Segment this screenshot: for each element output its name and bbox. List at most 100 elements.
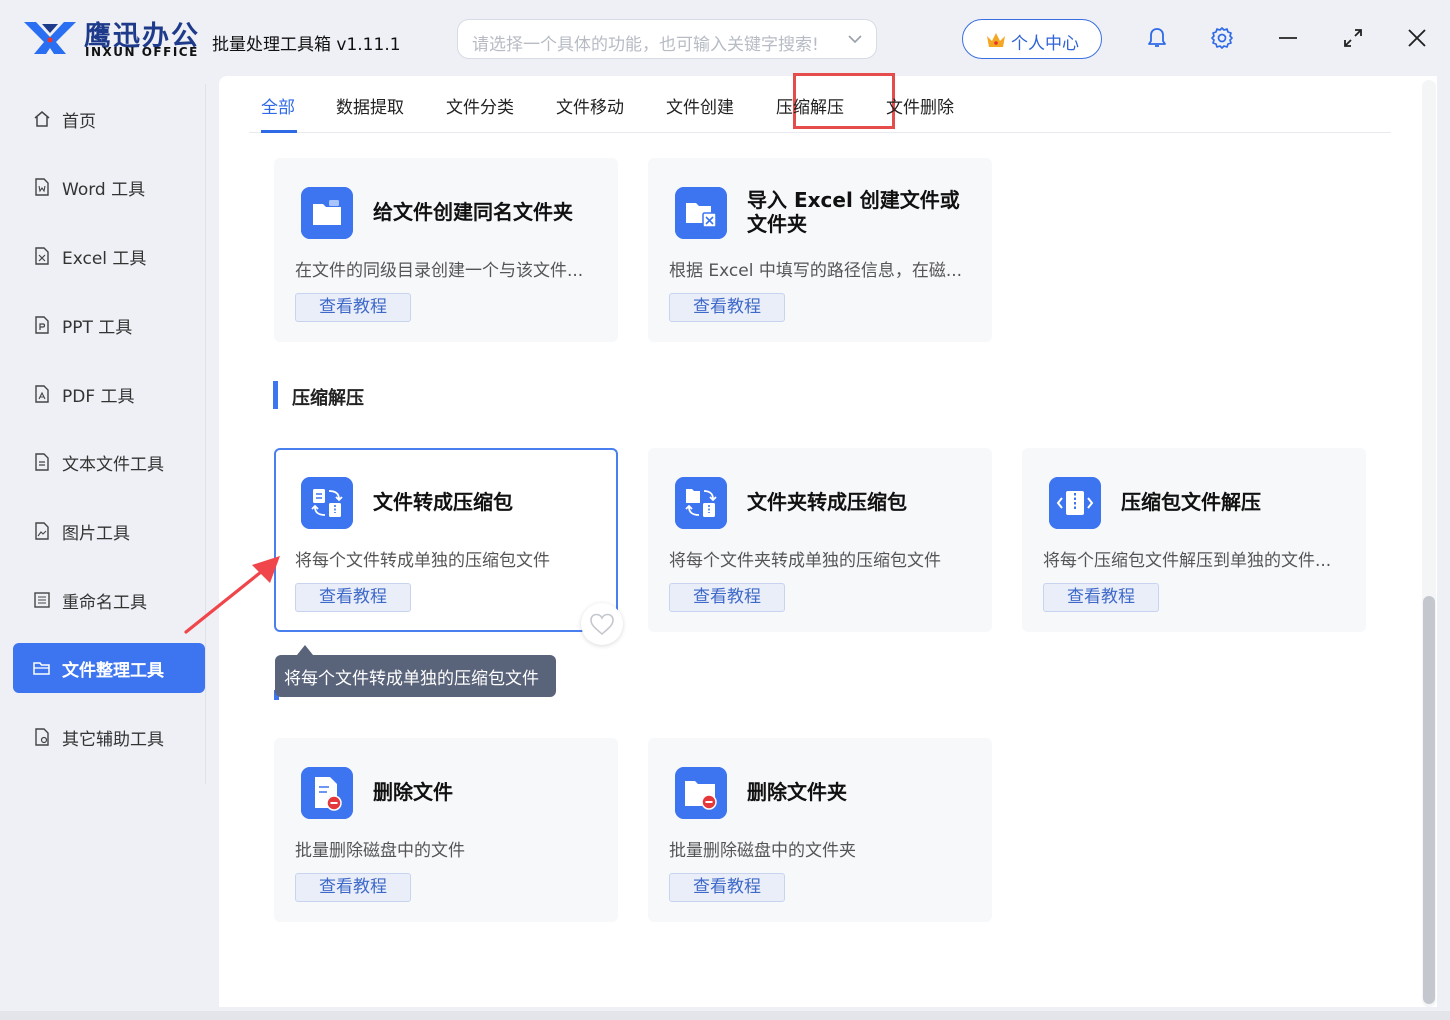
image-file-icon <box>35 522 49 540</box>
bell-icon[interactable] <box>1144 25 1170 51</box>
card-description: 在文件的同级目录创建一个与该文件... <box>295 261 584 281</box>
search-placeholder: 请选择一个具体的功能，也可输入关键字搜索! <box>472 35 819 55</box>
sidebar-item-other[interactable]: 其它辅助工具 <box>13 712 205 762</box>
delete-folder-icon <box>675 767 727 819</box>
delete-file-icon <box>301 767 353 819</box>
sidebar-item-label: Excel 工具 <box>62 249 147 269</box>
sidebar-item-home[interactable]: 首页 <box>13 94 205 144</box>
sidebar-item-label: 其它辅助工具 <box>62 730 164 750</box>
maximize-icon[interactable] <box>1340 25 1366 51</box>
sidebar-item-image[interactable]: 图片工具 <box>13 506 205 556</box>
pdf-file-icon <box>35 385 49 403</box>
search-input[interactable]: 请选择一个具体的功能，也可输入关键字搜索! <box>457 19 877 59</box>
chevron-down-icon[interactable] <box>846 30 864 48</box>
app-title: 批量处理工具箱 v1.11.1 <box>212 35 401 55</box>
sidebar-item-pdf[interactable]: PDF 工具 <box>13 369 205 419</box>
main-panel: 全部 数据提取 文件分类 文件移动 文件创建 压缩解压 文件删除 给文件创建同名… <box>219 73 1437 1007</box>
section-title: 压缩解压 <box>292 388 364 409</box>
sidebar-item-text[interactable]: 文本文件工具 <box>13 437 205 487</box>
card-description: 将每个文件夹转成单独的压缩包文件 <box>669 551 941 571</box>
sidebar-item-label: PDF 工具 <box>62 387 135 407</box>
card-title: 给文件创建同名文件夹 <box>373 200 573 224</box>
sidebar-item-label: 重命名工具 <box>62 593 147 613</box>
logo-mark-icon <box>24 22 76 54</box>
text-file-icon <box>35 453 49 471</box>
tab-file-create[interactable]: 文件创建 <box>666 93 734 118</box>
sidebar-item-label: 文件整理工具 <box>62 661 164 681</box>
tab-file-delete[interactable]: 文件删除 <box>886 93 954 118</box>
view-tutorial-button[interactable]: 查看教程 <box>669 873 785 902</box>
crown-icon <box>987 33 1005 47</box>
tool-card-unzip[interactable]: 压缩包文件解压 将每个压缩包文件解压到单独的文件... 查看教程 <box>1022 448 1366 632</box>
sidebar-item-label: PPT 工具 <box>62 318 133 338</box>
tooltip: 将每个文件转成单独的压缩包文件 <box>275 655 556 697</box>
card-description: 将每个压缩包文件解压到单独的文件... <box>1043 551 1332 571</box>
ppt-file-icon <box>35 316 49 334</box>
sidebar-item-file-organize[interactable]: 文件整理工具 <box>13 643 205 693</box>
view-tutorial-button[interactable]: 查看教程 <box>295 583 411 612</box>
sidebar-item-word[interactable]: Word 工具 <box>13 162 205 212</box>
tab-all[interactable]: 全部 <box>261 93 295 118</box>
scrollbar-thumb[interactable] <box>1423 596 1435 1004</box>
sidebar-divider <box>205 84 206 784</box>
tab-compress[interactable]: 压缩解压 <box>776 93 844 118</box>
close-icon[interactable] <box>1404 25 1430 51</box>
scrollbar[interactable] <box>1420 76 1438 1011</box>
card-title: 文件转成压缩包 <box>373 490 513 514</box>
tab-file-move[interactable]: 文件移动 <box>556 93 624 118</box>
folder-to-zip-icon <box>675 477 727 529</box>
rename-icon <box>34 592 50 608</box>
card-description: 批量删除磁盘中的文件 <box>295 841 465 861</box>
brand-name-en: INXUN OFFICE <box>85 45 199 59</box>
tab-active-indicator <box>261 130 297 133</box>
tool-card-create-folder[interactable]: 给文件创建同名文件夹 在文件的同级目录创建一个与该文件... 查看教程 <box>274 158 618 342</box>
tool-card-delete-file[interactable]: 删除文件 批量删除磁盘中的文件 查看教程 <box>274 738 618 922</box>
heart-icon <box>590 613 614 636</box>
sidebar-item-rename[interactable]: 重命名工具 <box>13 575 205 625</box>
card-description: 批量删除磁盘中的文件夹 <box>669 841 856 861</box>
tool-card-excel-create[interactable]: 导入 Excel 创建文件或文件夹 根据 Excel 中填写的路径信息，在磁..… <box>648 158 992 342</box>
gear-icon[interactable] <box>1209 25 1235 51</box>
card-description: 根据 Excel 中填写的路径信息，在磁... <box>669 261 963 281</box>
view-tutorial-button[interactable]: 查看教程 <box>295 873 411 902</box>
tool-card-delete-folder[interactable]: 删除文件夹 批量删除磁盘中的文件夹 查看教程 <box>648 738 992 922</box>
title-bar: 鹰迅办公 INXUN OFFICE 批量处理工具箱 v1.11.1 请选择一个具… <box>0 0 1450 76</box>
unzip-icon <box>1049 477 1101 529</box>
excel-folder-icon <box>675 187 727 239</box>
sidebar-item-label: 文本文件工具 <box>62 455 164 475</box>
card-title: 压缩包文件解压 <box>1121 490 1261 514</box>
folder-icon <box>33 662 50 675</box>
section-accent-bar <box>273 381 278 409</box>
view-tutorial-button[interactable]: 查看教程 <box>295 293 411 322</box>
folder-create-icon <box>301 187 353 239</box>
user-center-button[interactable]: 个人中心 <box>962 19 1102 59</box>
sidebar-item-label: Word 工具 <box>62 180 146 200</box>
file-to-zip-icon <box>301 477 353 529</box>
other-tools-icon <box>35 728 49 746</box>
minimize-icon[interactable] <box>1275 25 1301 51</box>
annotation-arrow-icon <box>184 556 280 634</box>
tool-card-folder-to-zip[interactable]: 文件夹转成压缩包 将每个文件夹转成单独的压缩包文件 查看教程 <box>648 448 992 632</box>
sidebar-item-label: 首页 <box>62 112 96 132</box>
card-title: 删除文件夹 <box>747 780 847 804</box>
view-tutorial-button[interactable]: 查看教程 <box>1043 583 1159 612</box>
view-tutorial-button[interactable]: 查看教程 <box>669 293 785 322</box>
card-title: 导入 Excel 创建文件或文件夹 <box>747 188 960 236</box>
window-bottom-edge <box>0 1011 1450 1020</box>
sidebar-item-excel[interactable]: Excel 工具 <box>13 231 205 281</box>
tool-card-file-to-zip[interactable]: 文件转成压缩包 将每个文件转成单独的压缩包文件 查看教程 <box>274 448 618 632</box>
tab-data-extract[interactable]: 数据提取 <box>336 93 404 118</box>
category-tabs: 全部 数据提取 文件分类 文件移动 文件创建 压缩解压 文件删除 <box>249 73 1391 133</box>
sidebar-item-ppt[interactable]: PPT 工具 <box>13 300 205 350</box>
excel-file-icon <box>35 247 49 265</box>
user-center-label: 个人中心 <box>1011 34 1079 54</box>
tab-file-classify[interactable]: 文件分类 <box>446 93 514 118</box>
favorite-button[interactable] <box>581 603 623 645</box>
word-file-icon <box>35 178 49 196</box>
home-icon <box>34 111 50 127</box>
tooltip-arrow <box>297 645 313 655</box>
card-title: 文件夹转成压缩包 <box>747 490 907 514</box>
view-tutorial-button[interactable]: 查看教程 <box>669 583 785 612</box>
app-logo: 鹰迅办公 INXUN OFFICE <box>22 14 202 64</box>
card-description: 将每个文件转成单独的压缩包文件 <box>295 551 550 571</box>
